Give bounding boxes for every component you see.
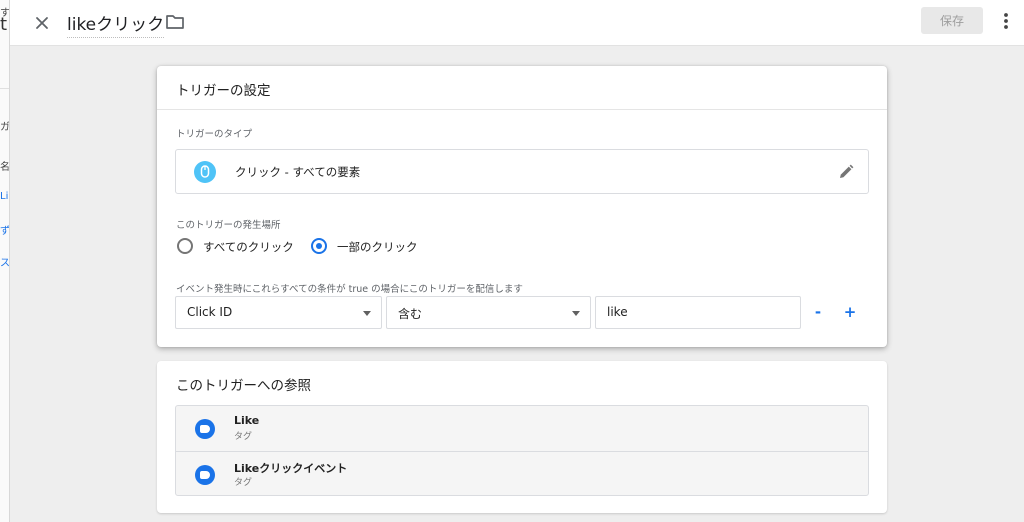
variable-value: Click ID	[187, 305, 233, 319]
add-condition-button[interactable]: +	[841, 302, 859, 322]
condition-value-input[interactable]: like	[595, 296, 801, 329]
card-title: このトリガーへの参照	[176, 378, 311, 394]
trigger-name[interactable]: likeクリック	[67, 10, 165, 38]
radio-circle	[311, 238, 327, 254]
operator-value: 含む	[398, 307, 423, 321]
trigger-references-card: このトリガーへの参照 Like タグ Likeクリックイベント タグ	[157, 361, 887, 513]
trigger-type-name: クリック - すべての要素	[235, 165, 361, 179]
trigger-type-selector[interactable]: クリック - すべての要素	[175, 149, 869, 194]
card-header: トリガーの設定	[157, 66, 887, 110]
radio-label: 一部のクリック	[337, 240, 418, 254]
dropdown-arrow-icon	[572, 311, 580, 316]
fire-on-label: このトリガーの発生場所	[176, 220, 281, 231]
card-title: トリガーの設定	[176, 83, 271, 99]
divider	[0, 88, 9, 89]
editor-top-bar: likeクリック 保存	[10, 0, 1024, 46]
radio-some-clicks[interactable]: 一部のクリック	[311, 238, 431, 256]
reference-type: タグ	[234, 432, 253, 442]
condition-label: イベント発生時にこれらすべての条件が true の場合にこのトリガーを配信します	[176, 284, 523, 295]
radio-label: すべてのクリック	[203, 240, 294, 254]
remove-condition-button[interactable]: -	[809, 302, 827, 322]
background-page: す t ガー 名前 Like ず ス	[0, 0, 10, 522]
list-item[interactable]: Like タグ	[176, 406, 868, 451]
save-button[interactable]: 保存	[921, 7, 983, 34]
dropdown-arrow-icon	[363, 311, 371, 316]
background-fragment: ず	[0, 226, 10, 237]
folder-icon[interactable]	[164, 11, 186, 33]
background-fragment: 名前	[0, 162, 10, 173]
pencil-icon[interactable]	[836, 162, 856, 182]
tag-icon	[195, 465, 215, 485]
background-fragment: ガー	[0, 122, 10, 133]
background-fragment: t	[0, 14, 8, 35]
mouse-icon	[194, 161, 216, 183]
close-icon[interactable]	[30, 11, 54, 35]
tag-icon	[195, 419, 215, 439]
variable-select[interactable]: Click ID	[175, 296, 382, 329]
more-vert-icon[interactable]	[996, 10, 1016, 32]
trigger-config-card: トリガーの設定 トリガーのタイプ クリック - すべての要素 このトリガーの発生…	[157, 66, 887, 347]
radio-all-clicks[interactable]: すべてのクリック	[177, 238, 307, 256]
background-fragment: Like	[0, 191, 9, 202]
operator-select[interactable]: 含む	[386, 296, 591, 329]
trigger-type-label: トリガーのタイプ	[176, 129, 253, 140]
reference-name: Likeクリックイベント	[234, 462, 348, 475]
radio-circle	[177, 238, 193, 254]
reference-type: タグ	[234, 478, 253, 488]
background-fragment: ス	[0, 258, 10, 269]
reference-list: Like タグ Likeクリックイベント タグ	[175, 405, 869, 496]
list-item[interactable]: Likeクリックイベント タグ	[176, 451, 868, 495]
condition-value: like	[607, 305, 628, 319]
reference-name: Like	[234, 414, 260, 427]
